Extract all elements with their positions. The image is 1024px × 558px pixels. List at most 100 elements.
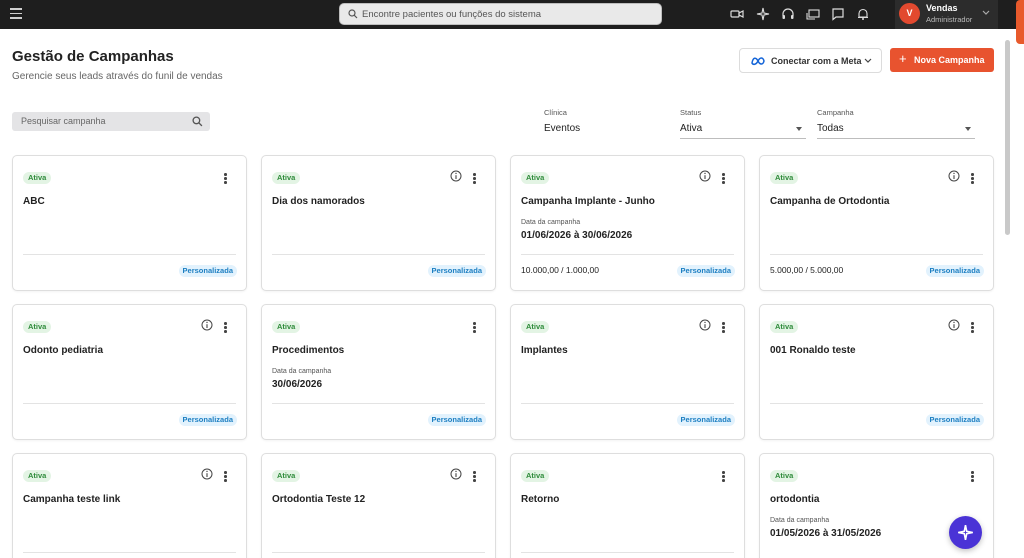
campaign-card[interactable]: Ativa Campanha de Ortodontia 5.000,00 / … — [759, 155, 994, 291]
status-badge: Ativa — [770, 470, 799, 482]
campaign-card[interactable]: Ativa Campanha teste link — [12, 453, 247, 558]
bell-icon[interactable] — [856, 7, 870, 21]
campaign-title: Ortodontia Teste 12 — [272, 494, 366, 505]
more-options-icon[interactable] — [473, 173, 476, 184]
info-icon[interactable] — [699, 319, 711, 331]
new-campaign-button[interactable]: + Nova Campanha — [890, 48, 994, 72]
campaign-filter[interactable]: Campanha Todas — [817, 108, 975, 139]
type-badge: Personalizada — [925, 414, 984, 426]
more-options-icon[interactable] — [971, 471, 974, 482]
status-badge: Ativa — [272, 470, 301, 482]
divider — [521, 254, 734, 255]
budget-amount: 5.000,00 / 5.000,00 — [770, 265, 844, 275]
campaign-search-input[interactable]: Pesquisar campanha — [12, 112, 210, 131]
side-tab[interactable] — [1016, 0, 1024, 44]
info-icon[interactable] — [450, 468, 462, 480]
clinic-filter[interactable]: Clínica Eventos — [544, 108, 664, 139]
divider — [272, 552, 485, 553]
status-badge: Ativa — [521, 470, 550, 482]
campaign-card[interactable]: Ativa Campanha Implante - Junho Data da … — [510, 155, 745, 291]
campaign-card[interactable]: Ativa Implantes Personalizada — [510, 304, 745, 440]
campaign-title: Campanha Implante - Junho — [521, 196, 655, 207]
campaign-title: Retorno — [521, 494, 560, 505]
more-options-icon[interactable] — [722, 322, 725, 333]
campaign-card[interactable]: Ativa Odonto pediatria Personalizada — [12, 304, 247, 440]
more-options-icon[interactable] — [224, 471, 227, 482]
sparkle-icon[interactable] — [756, 7, 770, 21]
more-options-icon[interactable] — [971, 322, 974, 333]
status-badge: Ativa — [23, 321, 52, 333]
divider — [521, 403, 734, 404]
divider — [521, 552, 734, 553]
meta-logo-icon — [751, 57, 765, 66]
campaign-filter-value: Todas — [817, 123, 844, 134]
campaign-title: Procedimentos — [272, 345, 345, 356]
campaign-date: 01/05/2026 à 31/05/2026 — [770, 528, 882, 539]
video-icon[interactable] — [730, 7, 744, 21]
search-icon — [192, 116, 203, 127]
chat-icon[interactable] — [831, 7, 845, 21]
global-search-input[interactable]: Encontre pacientes ou funções do sistema — [339, 3, 662, 25]
divider — [770, 254, 983, 255]
screen-share-icon[interactable] — [806, 7, 820, 21]
type-badge: Personalizada — [178, 414, 237, 426]
chevron-down-icon — [982, 10, 990, 15]
type-badge: Personalizada — [925, 265, 984, 277]
more-options-icon[interactable] — [473, 471, 476, 482]
info-icon[interactable] — [948, 319, 960, 331]
page-subtitle: Gerencie seus leads através do funil de … — [12, 71, 223, 82]
campaign-card[interactable]: Ativa Procedimentos Data da campanha 30/… — [261, 304, 496, 440]
dropdown-caret-icon — [965, 127, 971, 131]
date-label: Data da campanha — [521, 219, 581, 226]
status-badge: Ativa — [272, 172, 301, 184]
campaign-date: 30/06/2026 — [272, 379, 323, 390]
divider — [23, 403, 236, 404]
status-badge: Ativa — [272, 321, 301, 333]
type-badge: Personalizada — [427, 414, 486, 426]
more-options-icon[interactable] — [722, 173, 725, 184]
info-icon[interactable] — [699, 170, 711, 182]
status-badge: Ativa — [521, 172, 550, 184]
new-campaign-label: Nova Campanha — [914, 55, 985, 65]
type-badge: Personalizada — [676, 265, 735, 277]
campaign-title: Dia dos namorados — [272, 196, 365, 207]
more-options-icon[interactable] — [473, 322, 476, 333]
date-label: Data da campanha — [272, 368, 332, 375]
scrollbar[interactable] — [1005, 40, 1010, 235]
status-badge: Ativa — [23, 470, 52, 482]
campaign-card[interactable]: Ativa Dia dos namorados Personalizada — [261, 155, 496, 291]
sparkle-icon — [958, 525, 973, 540]
campaign-title: Campanha de Ortodontia — [770, 196, 890, 207]
clinic-filter-label: Clínica — [544, 108, 567, 117]
campaign-card[interactable]: Ativa Retorno — [510, 453, 745, 558]
headset-icon[interactable] — [781, 7, 795, 21]
campaign-card[interactable]: Ativa Ortodontia Teste 12 — [261, 453, 496, 558]
chevron-down-icon — [864, 58, 872, 63]
plus-icon: + — [899, 51, 907, 66]
divider — [23, 254, 236, 255]
more-options-icon[interactable] — [224, 173, 227, 184]
user-menu[interactable]: V Vendas Administrador — [895, 0, 998, 29]
campaign-title: Implantes — [521, 345, 568, 356]
campaign-search-placeholder: Pesquisar campanha — [21, 116, 106, 126]
info-icon[interactable] — [450, 170, 462, 182]
info-icon[interactable] — [201, 319, 213, 331]
type-badge: Personalizada — [676, 414, 735, 426]
status-filter[interactable]: Status Ativa — [680, 108, 806, 139]
campaign-title: Campanha teste link — [23, 494, 121, 505]
status-badge: Ativa — [23, 172, 52, 184]
more-options-icon[interactable] — [722, 471, 725, 482]
page-title: Gestão de Campanhas — [12, 48, 174, 65]
campaign-title: 001 Ronaldo teste — [770, 345, 856, 356]
avatar: V — [899, 3, 920, 24]
more-options-icon[interactable] — [971, 173, 974, 184]
info-icon[interactable] — [948, 170, 960, 182]
campaign-card[interactable]: Ativa ABC Personalizada — [12, 155, 247, 291]
assistant-fab-button[interactable] — [949, 516, 982, 549]
status-badge: Ativa — [521, 321, 550, 333]
campaign-card[interactable]: Ativa 001 Ronaldo teste Personalizada — [759, 304, 994, 440]
connect-meta-button[interactable]: Conectar com a Meta — [739, 48, 882, 73]
info-icon[interactable] — [201, 468, 213, 480]
more-options-icon[interactable] — [224, 322, 227, 333]
menu-icon[interactable] — [10, 8, 22, 19]
